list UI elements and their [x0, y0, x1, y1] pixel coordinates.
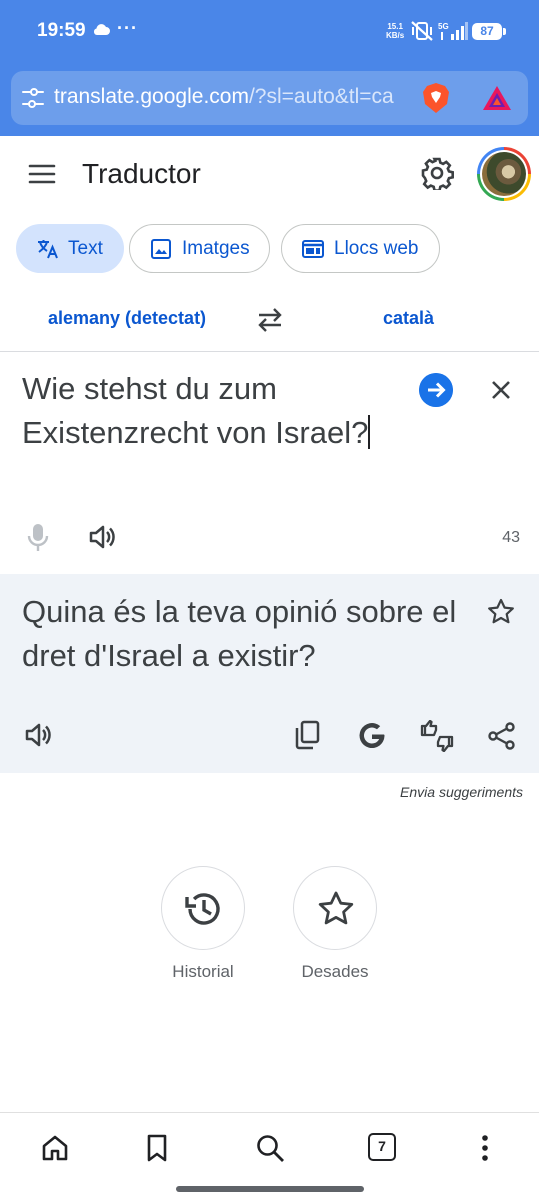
gesture-home-indicator[interactable] — [176, 1186, 364, 1192]
rate-translation-icon[interactable] — [419, 720, 455, 752]
swap-languages-icon[interactable] — [255, 306, 285, 334]
source-text: Wie stehst du zum Existenzrecht von Isra… — [22, 371, 369, 450]
brave-rewards-icon[interactable] — [481, 84, 513, 112]
copy-icon[interactable] — [293, 720, 321, 750]
tab-images[interactable]: Imatges — [129, 224, 270, 273]
battery-indicator: 87 — [472, 23, 502, 40]
url-query: /?sl=auto&tl=ca — [248, 85, 394, 108]
battery-tip — [503, 28, 506, 35]
browser-top-bar: 19:59 ··· 15.1 KB/s 5G 87 translate.goog… — [0, 0, 539, 136]
network-type: 5G — [438, 22, 449, 31]
network-speed: 15.1 KB/s — [386, 22, 404, 40]
app-header: Traductor — [0, 136, 539, 212]
history-label: Historial — [172, 962, 234, 981]
saved-label: Desades — [301, 962, 369, 981]
character-count: 43 — [502, 529, 520, 546]
translate-icon — [38, 239, 58, 258]
translate-arrow-button[interactable] — [419, 373, 453, 407]
status-bar: 19:59 ··· 15.1 KB/s 5G 87 — [0, 0, 539, 64]
tab-text[interactable]: Text — [16, 224, 124, 273]
image-icon — [151, 238, 171, 259]
mode-tabs: Text Imatges Llocs web — [0, 224, 539, 274]
source-input-area[interactable]: Wie stehst du zum Existenzrecht von Isra… — [0, 353, 539, 573]
saved-button[interactable] — [293, 866, 377, 950]
home-icon[interactable] — [40, 1133, 70, 1163]
speaker-icon[interactable] — [88, 523, 118, 551]
site-settings-icon[interactable] — [21, 87, 45, 109]
avatar[interactable] — [477, 147, 531, 201]
status-more-dots: ··· — [117, 18, 138, 38]
status-time: 19:59 — [37, 20, 86, 41]
tab-websites-label: Llocs web — [334, 237, 419, 259]
source-text-input[interactable]: Wie stehst du zum Existenzrecht von Isra… — [22, 367, 402, 455]
website-icon — [302, 239, 324, 258]
page: 19:59 ··· 15.1 KB/s 5G 87 translate.goog… — [0, 0, 539, 1200]
share-icon[interactable] — [487, 721, 517, 751]
network-speed-value: 15.1 — [387, 22, 403, 31]
tab-switcher-button[interactable]: 7 — [368, 1133, 396, 1161]
speaker-icon[interactable] — [24, 721, 54, 749]
close-icon[interactable] — [489, 378, 513, 402]
avatar-ring — [480, 150, 528, 198]
menu-icon[interactable] — [28, 163, 56, 185]
bookmark-icon[interactable] — [142, 1133, 172, 1163]
url-host: translate.google.com — [54, 85, 249, 108]
microphone-icon[interactable] — [27, 523, 49, 553]
language-bar: alemany (detectat) català — [0, 290, 539, 352]
tab-websites[interactable]: Llocs web — [281, 224, 440, 273]
translated-text: Quina és la teva opinió sobre el dret d'… — [22, 594, 457, 673]
history-icon — [185, 893, 220, 925]
star-icon — [318, 891, 354, 925]
more-options-icon[interactable] — [470, 1133, 500, 1163]
source-language-button[interactable]: alemany (detectat) — [48, 308, 206, 329]
send-feedback-link[interactable]: Envia suggeriments — [400, 784, 523, 800]
avatar-photo — [482, 152, 526, 196]
address-bar[interactable]: translate.google.com/?sl=auto&tl=ca — [11, 71, 528, 125]
signal-icon: 5G — [438, 22, 468, 40]
url-text[interactable]: translate.google.com/?sl=auto&tl=ca — [54, 85, 394, 109]
google-search-icon[interactable] — [356, 720, 388, 752]
vibrate-mute-icon — [411, 21, 433, 41]
network-speed-unit: KB/s — [386, 31, 405, 40]
target-language-button[interactable]: català — [383, 308, 434, 329]
tab-text-label: Text — [68, 237, 103, 259]
gear-icon[interactable] — [420, 156, 454, 190]
tab-images-label: Imatges — [182, 237, 250, 259]
text-caret — [368, 415, 371, 449]
brave-shields-icon[interactable] — [422, 82, 450, 114]
translation-result-area: Quina és la teva opinió sobre el dret d'… — [0, 574, 539, 773]
star-icon[interactable] — [486, 597, 516, 627]
history-button[interactable] — [161, 866, 245, 950]
app-title: Traductor — [82, 158, 201, 189]
search-icon[interactable] — [255, 1133, 285, 1163]
cloud-icon — [93, 24, 110, 35]
